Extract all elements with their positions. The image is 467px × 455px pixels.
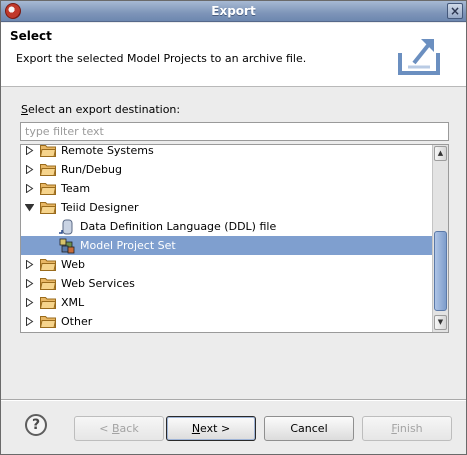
tree-item[interactable]: Data Definition Language (DDL) file	[21, 217, 432, 236]
wizard-header: Select Export the selected Model Project…	[1, 23, 466, 87]
vertical-scrollbar[interactable]: ▲ ▼	[432, 145, 448, 332]
close-icon: ×	[449, 4, 461, 18]
tree-item-label: Data Definition Language (DDL) file	[80, 220, 277, 233]
tree-item-label: Web Services	[61, 277, 135, 290]
folder-icon	[40, 202, 56, 214]
scroll-up-button[interactable]: ▲	[434, 146, 447, 161]
next-button[interactable]: Next >	[166, 416, 256, 441]
tree-item-label: Run/Debug	[61, 163, 122, 176]
folder-icon	[40, 183, 56, 195]
collapsed-arrow-icon[interactable]	[25, 184, 34, 193]
finish-button[interactable]: Finish	[362, 416, 452, 441]
export-dialog: Export × Select Export the selected Mode…	[0, 0, 467, 455]
help-button[interactable]: ?	[25, 414, 47, 436]
footer-separator	[1, 399, 466, 401]
cancel-button[interactable]: Cancel	[264, 416, 354, 441]
folder-icon	[40, 259, 56, 271]
destination-label: Select an export destination:	[21, 103, 181, 116]
export-archive-icon	[398, 39, 440, 75]
tree-item-label: Other	[61, 315, 93, 328]
help-icon: ?	[31, 417, 41, 433]
page-title: Select	[10, 29, 52, 43]
folder-icon	[40, 145, 56, 157]
collapsed-arrow-icon[interactable]	[25, 260, 34, 269]
window-title: Export	[211, 4, 256, 18]
tree-item[interactable]: Web Services	[21, 274, 432, 293]
tree-rows: Remote Systems Run/Debug Team Teiid Designe…	[21, 145, 432, 331]
model-project-set-icon	[59, 238, 75, 254]
tree-item-label: Team	[61, 182, 91, 195]
tree-item[interactable]: XML	[21, 293, 432, 312]
collapsed-arrow-icon[interactable]	[25, 298, 34, 307]
tree-item-label: Teiid Designer	[61, 201, 139, 214]
tree-item[interactable]: Remote Systems	[21, 144, 432, 160]
back-button[interactable]: < Back	[74, 416, 164, 441]
tree-item[interactable]: Model Project Set	[21, 236, 432, 255]
destination-tree[interactable]: Remote Systems Run/Debug Team Teiid Designe…	[20, 144, 449, 333]
collapsed-arrow-icon[interactable]	[25, 146, 34, 155]
tree-item[interactable]: Run/Debug	[21, 160, 432, 179]
tree-item[interactable]: Teiid Designer	[21, 198, 432, 217]
arrow-down-icon: ▼	[437, 318, 444, 326]
tree-item[interactable]: Team	[21, 179, 432, 198]
folder-icon	[40, 316, 56, 328]
tree-item-label: Web	[61, 258, 85, 271]
collapsed-arrow-icon[interactable]	[25, 317, 34, 326]
tree-item-label: Model Project Set	[80, 239, 176, 252]
expanded-arrow-icon[interactable]	[25, 203, 34, 212]
close-button[interactable]: ×	[447, 3, 463, 19]
scroll-down-button[interactable]: ▼	[434, 315, 447, 330]
collapsed-arrow-icon[interactable]	[25, 165, 34, 174]
page-description: Export the selected Model Projects to an…	[16, 52, 307, 65]
folder-icon	[40, 278, 56, 290]
ddl-file-icon	[59, 219, 73, 235]
tree-item[interactable]: Other	[21, 312, 432, 331]
collapsed-arrow-icon[interactable]	[25, 279, 34, 288]
filter-input[interactable]	[20, 122, 449, 141]
tree-item-label: XML	[61, 296, 85, 309]
folder-icon	[40, 297, 56, 309]
title-bar[interactable]: Export ×	[1, 1, 466, 22]
tree-item[interactable]: Web	[21, 255, 432, 274]
tree-item-label: Remote Systems	[61, 144, 154, 157]
scrollbar-thumb[interactable]	[434, 231, 447, 311]
arrow-up-icon: ▲	[437, 149, 444, 157]
folder-icon	[40, 164, 56, 176]
